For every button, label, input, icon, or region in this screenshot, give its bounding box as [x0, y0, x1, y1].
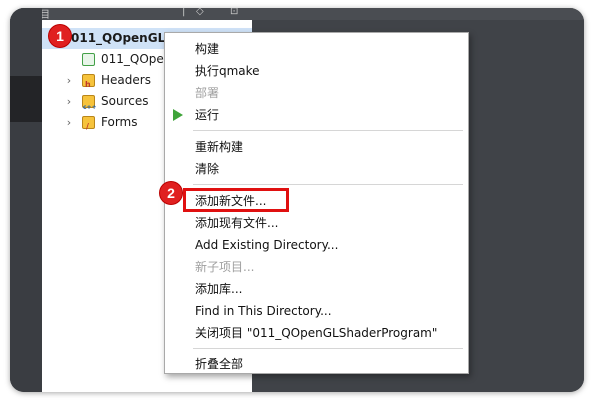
source-folder-icon: c++ [82, 95, 97, 111]
menu-item-clean[interactable]: 清除 [195, 158, 219, 180]
sources-label: Sources [101, 94, 149, 108]
top-bar: 项目 | ◇ ⊡ [10, 8, 584, 21]
menu-separator [193, 184, 463, 185]
top-bar-separator: | [182, 8, 186, 17]
menu-item-deploy[interactable]: 部署 [195, 82, 219, 104]
menu-item-close-project[interactable]: 关闭项目 "011_QOpenGLShaderProgram" [195, 322, 437, 344]
run-icon [173, 109, 183, 121]
top-bar-split-icon[interactable]: ⊡ [230, 8, 238, 17]
chevron-right-icon[interactable]: › [64, 70, 74, 91]
menu-separator [193, 348, 463, 349]
menu-item-collapse-all[interactable]: 折叠全部 [195, 353, 243, 375]
menu-item-new-subproject[interactable]: 新子项目... [195, 256, 254, 278]
menu-item-run-qmake[interactable]: 执行qmake [195, 60, 260, 82]
mode-bar-band [10, 76, 42, 122]
header-folder-icon: h [82, 74, 95, 89]
menu-item-add-existing-directory[interactable]: Add Existing Directory... [195, 234, 338, 256]
forms-folder-icon: / [82, 116, 95, 131]
headers-label: Headers [101, 73, 151, 87]
chevron-right-icon[interactable]: › [64, 112, 74, 133]
chevron-right-icon[interactable]: › [64, 91, 74, 112]
menu-item-find-in-directory[interactable]: Find in This Directory... [195, 300, 332, 322]
menu-item-run[interactable]: 运行 [195, 104, 219, 126]
top-bar-link-icon[interactable]: ◇ [196, 8, 204, 17]
menu-separator [193, 130, 463, 131]
pro-file-label: 011_QOpe [101, 52, 164, 66]
left-strip [10, 8, 42, 392]
highlight-box [183, 188, 289, 212]
menu-item-add-existing-files[interactable]: 添加现有文件... [195, 212, 278, 234]
menu-item-rebuild[interactable]: 重新构建 [195, 136, 243, 158]
step-badge-1: 1 [49, 25, 71, 47]
pro-file-icon [82, 53, 95, 66]
menu-item-build[interactable]: 构建 [195, 38, 219, 60]
forms-label: Forms [101, 115, 138, 129]
step-badge-2: 2 [160, 182, 182, 204]
menu-item-add-library[interactable]: 添加库... [195, 278, 242, 300]
